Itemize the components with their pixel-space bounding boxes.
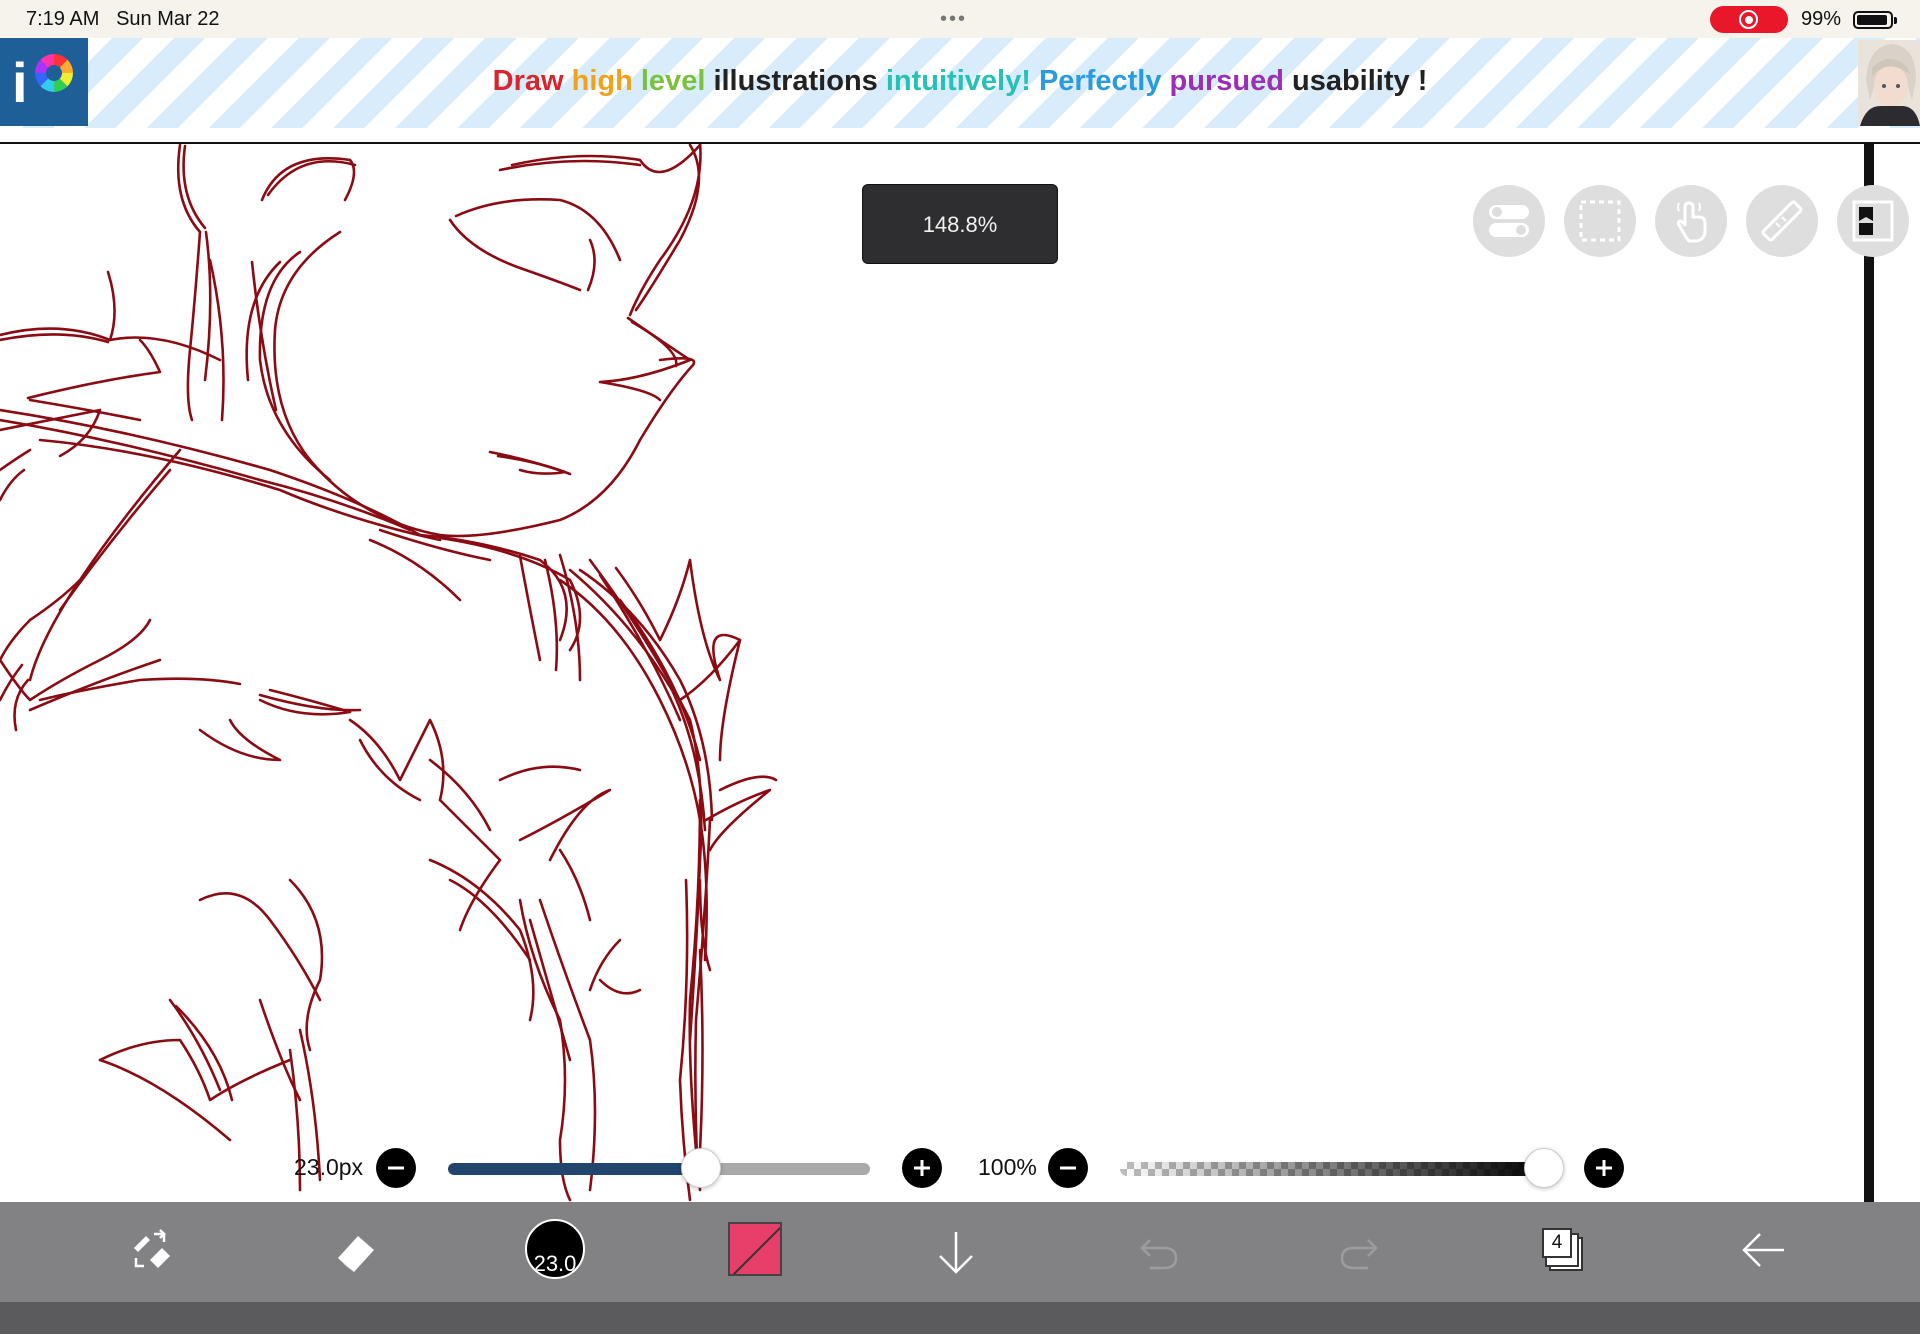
ad-word: level [640, 65, 714, 97]
opacity-slider[interactable] [1120, 1162, 1548, 1176]
redo-button[interactable] [1330, 1222, 1390, 1282]
brush-size-slider[interactable] [448, 1163, 870, 1175]
ruler-tool-button[interactable] [1746, 185, 1818, 257]
minus-icon [1060, 1166, 1076, 1170]
brush-size-plus-button[interactable] [902, 1148, 942, 1188]
status-time: 7:19 AM Sun Mar 22 [26, 8, 220, 30]
eraser-icon [338, 1236, 374, 1272]
ad-word: Perfectly [1038, 65, 1170, 97]
touch-gesture-button[interactable] [1655, 185, 1727, 257]
opacity-minus-button[interactable] [1048, 1148, 1088, 1188]
opacity-slider-thumb[interactable] [1524, 1148, 1564, 1188]
back-arrow-icon [1742, 1233, 1784, 1267]
toggle-settings-button[interactable] [1473, 185, 1545, 257]
plus-icon [1596, 1160, 1612, 1176]
transform-tool-button[interactable] [124, 1222, 184, 1282]
brush-size-slider-thumb[interactable] [681, 1148, 722, 1188]
ad-headline[interactable]: Draw high level illustrations intuitivel… [0, 65, 1920, 98]
selection-tool-button[interactable] [1564, 185, 1636, 257]
zoom-level-indicator: 148.8% [862, 184, 1058, 264]
drawing-canvas[interactable] [0, 142, 1920, 1202]
move-down-button[interactable] [926, 1222, 986, 1282]
status-bar: 7:19 AM Sun Mar 22 ••• 99% [0, 0, 1920, 38]
ad-word: usability [1291, 65, 1410, 97]
opacity-plus-button[interactable] [1584, 1148, 1624, 1188]
undo-icon [1140, 1239, 1178, 1270]
back-button[interactable] [1734, 1222, 1794, 1282]
brush-size-fill [448, 1163, 702, 1175]
touch-hand-icon [1676, 201, 1707, 243]
ad-word: intuitively! [885, 65, 1039, 97]
ad-word: Draw [492, 65, 572, 97]
eraser-tool-button[interactable] [326, 1222, 386, 1282]
opacity-label: 100% [978, 1154, 1037, 1180]
toggle-icon [1489, 205, 1529, 237]
ad-banner[interactable]: i Draw high level illustrations intuitiv… [0, 38, 1920, 128]
layer-material-icon [1852, 200, 1894, 242]
minus-icon [388, 1166, 404, 1170]
brush-size-minus-button[interactable] [376, 1148, 416, 1188]
transform-tool-icon [134, 1229, 170, 1268]
plus-icon [914, 1160, 930, 1176]
redo-icon [1340, 1239, 1378, 1270]
ad-word: high [571, 65, 641, 97]
color-picker-button[interactable] [728, 1222, 782, 1276]
canvas-top-divider [0, 142, 1920, 144]
battery-icon [1853, 11, 1897, 29]
layer-count-badge: 4 [1542, 1228, 1572, 1258]
ruler-icon [1761, 200, 1803, 242]
brush-size-label: 23.0px [294, 1154, 364, 1180]
status-date: Sun Mar 22 [116, 8, 220, 30]
material-tool-button[interactable] [1837, 185, 1909, 257]
undo-button[interactable] [1128, 1222, 1188, 1282]
canvas-border-right [1864, 142, 1874, 1228]
ad-word: illustrations [713, 65, 886, 97]
battery-percent: 99% [1801, 8, 1842, 30]
multitask-dots-icon[interactable]: ••• [940, 8, 967, 31]
ad-word: ! [1409, 65, 1428, 97]
ad-character-avatar [1858, 40, 1920, 126]
ad-word: pursued [1169, 65, 1292, 97]
brush-size-value: 23.0 [533, 1251, 577, 1276]
selection-icon [1579, 200, 1621, 242]
sketch-strokes [0, 142, 778, 1202]
brush-size-button[interactable]: 23.0 [525, 1219, 585, 1279]
color-icon [732, 1226, 780, 1274]
bottom-strip [0, 1302, 1920, 1334]
move-down-icon [939, 1232, 973, 1274]
screen-recording-icon[interactable] [1710, 6, 1788, 33]
